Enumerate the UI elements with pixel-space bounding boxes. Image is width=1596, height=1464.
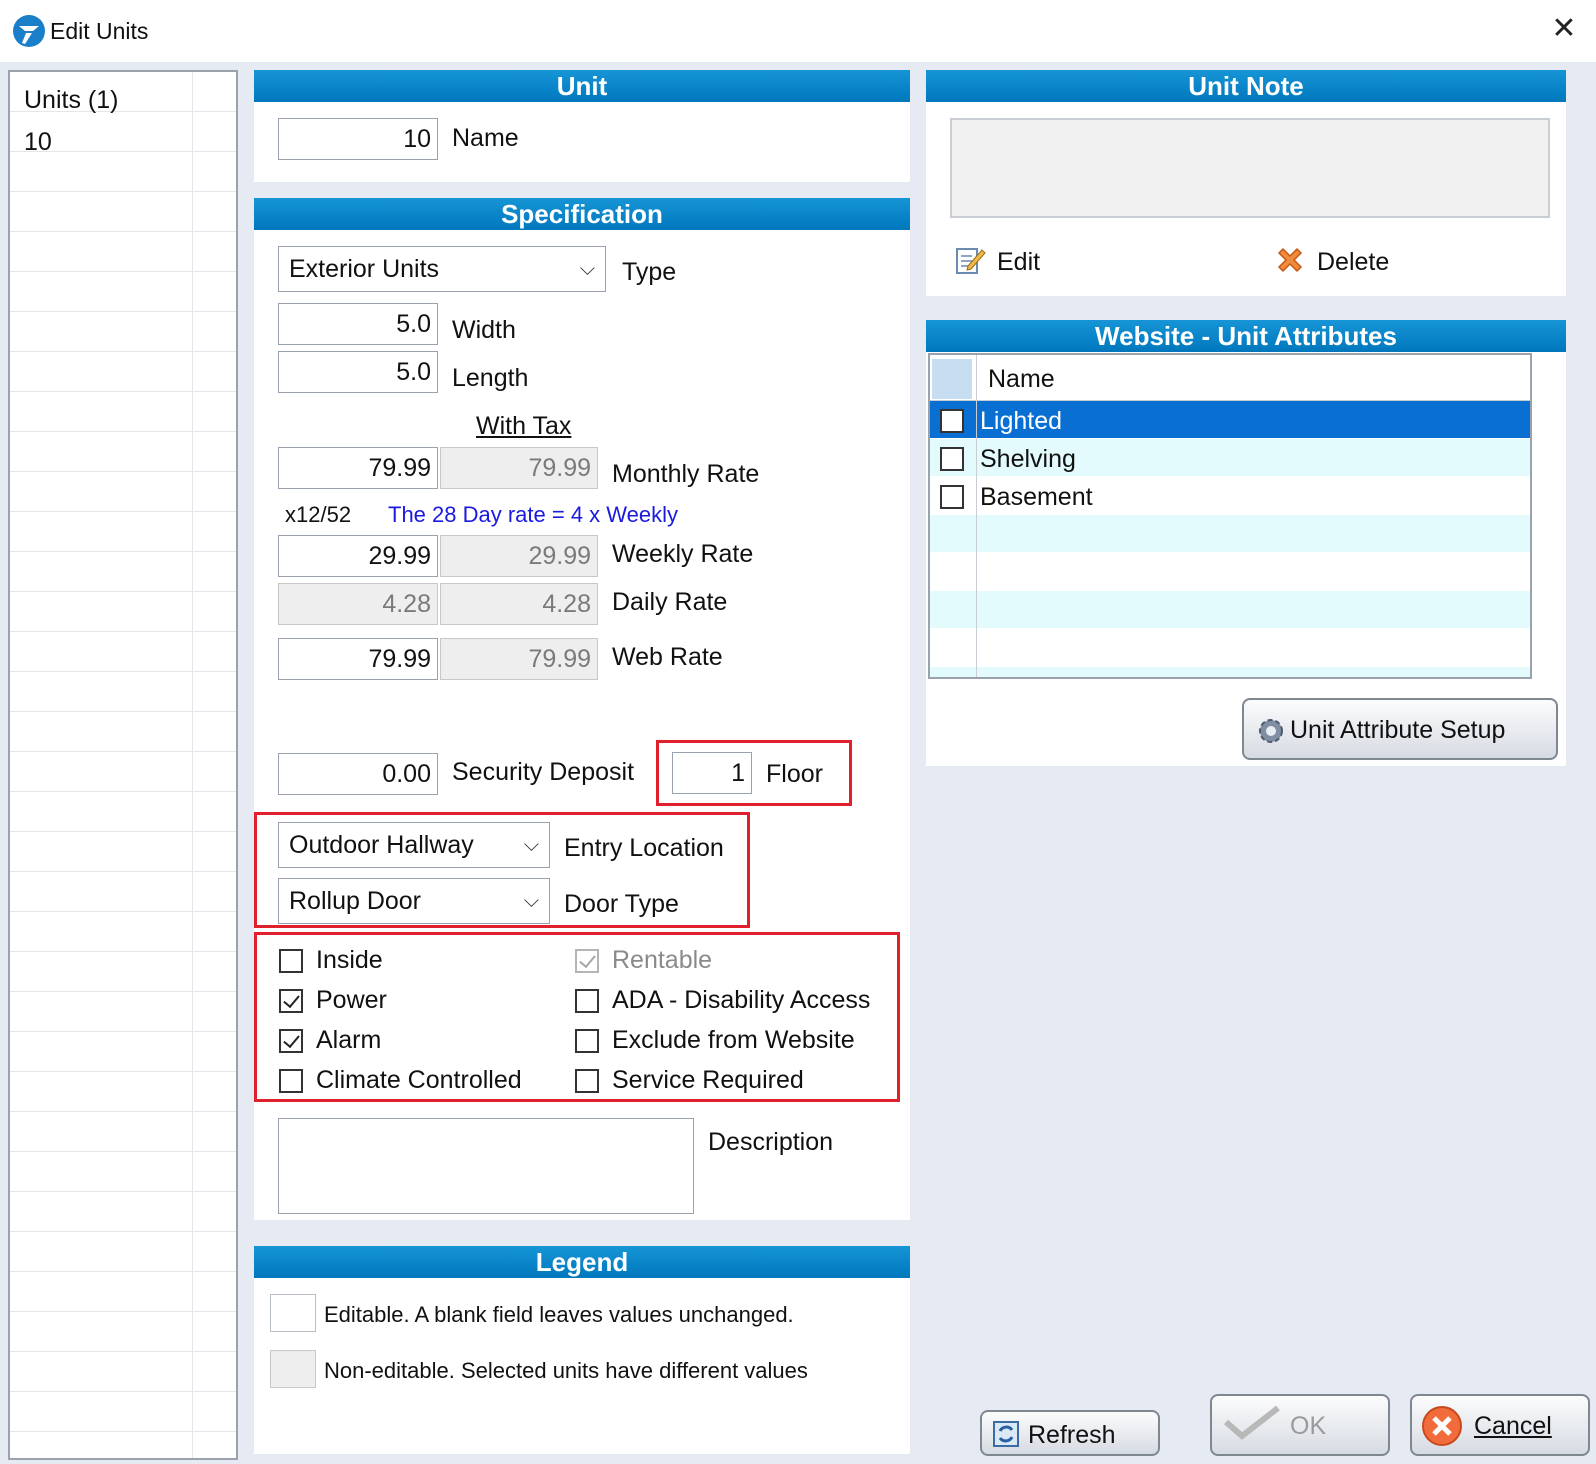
shelving-label: Shelving bbox=[980, 445, 1076, 473]
rentable-label: Rentable bbox=[612, 946, 713, 974]
monthly-rate-field[interactable]: 79.99 bbox=[278, 447, 438, 489]
web-rate-label: Web Rate bbox=[612, 643, 723, 671]
noneditable-legend-text: Non-editable. Selected units have differ… bbox=[324, 1358, 808, 1383]
unit-type-value: Exterior Units bbox=[289, 255, 440, 283]
ok-button: OK bbox=[1210, 1394, 1390, 1456]
daily-rate-with-tax: 4.28 bbox=[440, 583, 598, 625]
width-label: Width bbox=[452, 316, 516, 344]
specification-panel-header: Specification bbox=[254, 198, 910, 230]
shelving-checkbox[interactable] bbox=[940, 447, 964, 471]
checkmark-icon bbox=[1224, 1405, 1280, 1440]
refresh-button[interactable]: Refresh bbox=[980, 1410, 1160, 1456]
ok-label: OK bbox=[1290, 1412, 1327, 1440]
unit-list-item[interactable]: 10 bbox=[24, 128, 52, 157]
web-rate-with-tax: 79.99 bbox=[440, 638, 598, 680]
editable-swatch bbox=[270, 1294, 316, 1332]
cancel-button[interactable]: Cancel bbox=[1410, 1394, 1590, 1456]
editable-legend-text: Editable. A blank field leaves values un… bbox=[324, 1302, 794, 1327]
lighted-label: Lighted bbox=[980, 407, 1063, 435]
unit-name-field[interactable]: 10 bbox=[278, 118, 438, 160]
daily-rate-field: 4.28 bbox=[278, 583, 438, 625]
weekly-rate-label: Weekly Rate bbox=[612, 540, 754, 568]
daily-rate-label: Daily Rate bbox=[612, 588, 728, 616]
weekly-rate-with-tax: 29.99 bbox=[440, 535, 598, 577]
length-field[interactable]: 5.0 bbox=[278, 351, 438, 393]
attributes-grid[interactable]: Name Lighted Shelving Basement bbox=[928, 353, 1532, 679]
unit-panel-header: Unit bbox=[254, 70, 910, 102]
unit-type-label: Type bbox=[622, 258, 677, 286]
multiplier-note: x12/52 bbox=[285, 502, 352, 527]
length-label: Length bbox=[452, 364, 529, 392]
rentable-checkbox bbox=[575, 949, 599, 973]
exclude-website-label: Exclude from Website bbox=[612, 1026, 855, 1054]
chevron-down-icon: ⌵ bbox=[579, 258, 595, 280]
gear-icon bbox=[1259, 719, 1283, 743]
entry-location-dropdown[interactable]: Outdoor Hallway ⌵ bbox=[278, 822, 550, 868]
monthly-rate-with-tax: 79.99 bbox=[440, 447, 598, 489]
title-bar bbox=[0, 0, 1596, 62]
delete-icon[interactable] bbox=[1274, 244, 1306, 276]
cancel-label: Cancel bbox=[1474, 1412, 1552, 1440]
legend-panel-header: Legend bbox=[254, 1246, 910, 1278]
description-field[interactable] bbox=[278, 1118, 694, 1214]
floor-field[interactable]: 1 bbox=[672, 752, 752, 794]
door-type-label: Door Type bbox=[564, 890, 679, 918]
inside-label: Inside bbox=[316, 946, 383, 974]
website-attributes-header: Website - Unit Attributes bbox=[926, 320, 1566, 352]
inside-checkbox[interactable] bbox=[279, 949, 303, 973]
lighted-checkbox[interactable] bbox=[940, 409, 964, 433]
exclude-website-checkbox[interactable] bbox=[575, 1029, 599, 1053]
noneditable-swatch bbox=[270, 1350, 316, 1388]
power-label: Power bbox=[316, 986, 387, 1014]
refresh-label: Refresh bbox=[1028, 1421, 1116, 1449]
refresh-icon bbox=[993, 1421, 1019, 1447]
close-icon[interactable]: ✕ bbox=[1549, 14, 1579, 44]
unit-name-label: Name bbox=[452, 124, 519, 152]
day-rate-note: The 28 Day rate = 4 x Weekly bbox=[388, 502, 679, 527]
alarm-label: Alarm bbox=[316, 1026, 382, 1054]
entry-location-value: Outdoor Hallway bbox=[289, 831, 474, 859]
climate-controlled-checkbox[interactable] bbox=[279, 1069, 303, 1093]
ada-label: ADA - Disability Access bbox=[612, 986, 871, 1014]
legend-panel: Legend bbox=[254, 1246, 910, 1454]
unit-attribute-setup-label: Unit Attribute Setup bbox=[1290, 716, 1506, 744]
service-required-checkbox[interactable] bbox=[575, 1069, 599, 1093]
unit-list-header[interactable]: Units (1) bbox=[24, 86, 118, 115]
unit-attribute-setup-button[interactable]: Unit Attribute Setup bbox=[1242, 698, 1558, 760]
ada-checkbox[interactable] bbox=[575, 989, 599, 1013]
service-required-label: Service Required bbox=[612, 1066, 804, 1094]
width-field[interactable]: 5.0 bbox=[278, 303, 438, 345]
with-tax-label: With Tax bbox=[476, 412, 572, 440]
floor-label: Floor bbox=[766, 760, 823, 788]
description-label: Description bbox=[708, 1128, 834, 1156]
chevron-down-icon: ⌵ bbox=[523, 834, 539, 856]
delete-note-button[interactable]: Delete bbox=[1317, 248, 1389, 277]
attributes-column-name[interactable]: Name bbox=[988, 365, 1055, 394]
unit-note-textbox[interactable] bbox=[950, 118, 1550, 218]
unit-list[interactable]: Units (1) 10 bbox=[8, 70, 238, 1460]
weekly-rate-field[interactable]: 29.99 bbox=[278, 535, 438, 577]
power-checkbox[interactable] bbox=[279, 989, 303, 1013]
window-title: Edit Units bbox=[50, 18, 149, 44]
door-type-value: Rollup Door bbox=[289, 887, 422, 915]
security-deposit-label: Security Deposit bbox=[452, 758, 635, 786]
security-deposit-field[interactable]: 0.00 bbox=[278, 753, 438, 795]
chevron-down-icon: ⌵ bbox=[523, 890, 539, 912]
unit-type-dropdown[interactable]: Exterior Units ⌵ bbox=[278, 246, 606, 292]
app-logo-icon bbox=[13, 15, 45, 47]
alarm-checkbox[interactable] bbox=[279, 1029, 303, 1053]
basement-checkbox[interactable] bbox=[940, 485, 964, 509]
door-type-dropdown[interactable]: Rollup Door ⌵ bbox=[278, 878, 550, 924]
cancel-icon bbox=[1422, 1406, 1462, 1446]
edit-note-button[interactable]: Edit bbox=[997, 248, 1040, 277]
unit-note-panel-header: Unit Note bbox=[926, 70, 1566, 102]
basement-label: Basement bbox=[980, 483, 1093, 511]
climate-controlled-label: Climate Controlled bbox=[316, 1066, 522, 1094]
entry-location-label: Entry Location bbox=[564, 834, 724, 862]
web-rate-field[interactable]: 79.99 bbox=[278, 638, 438, 680]
edit-icon[interactable] bbox=[954, 244, 986, 276]
monthly-rate-label: Monthly Rate bbox=[612, 460, 760, 488]
